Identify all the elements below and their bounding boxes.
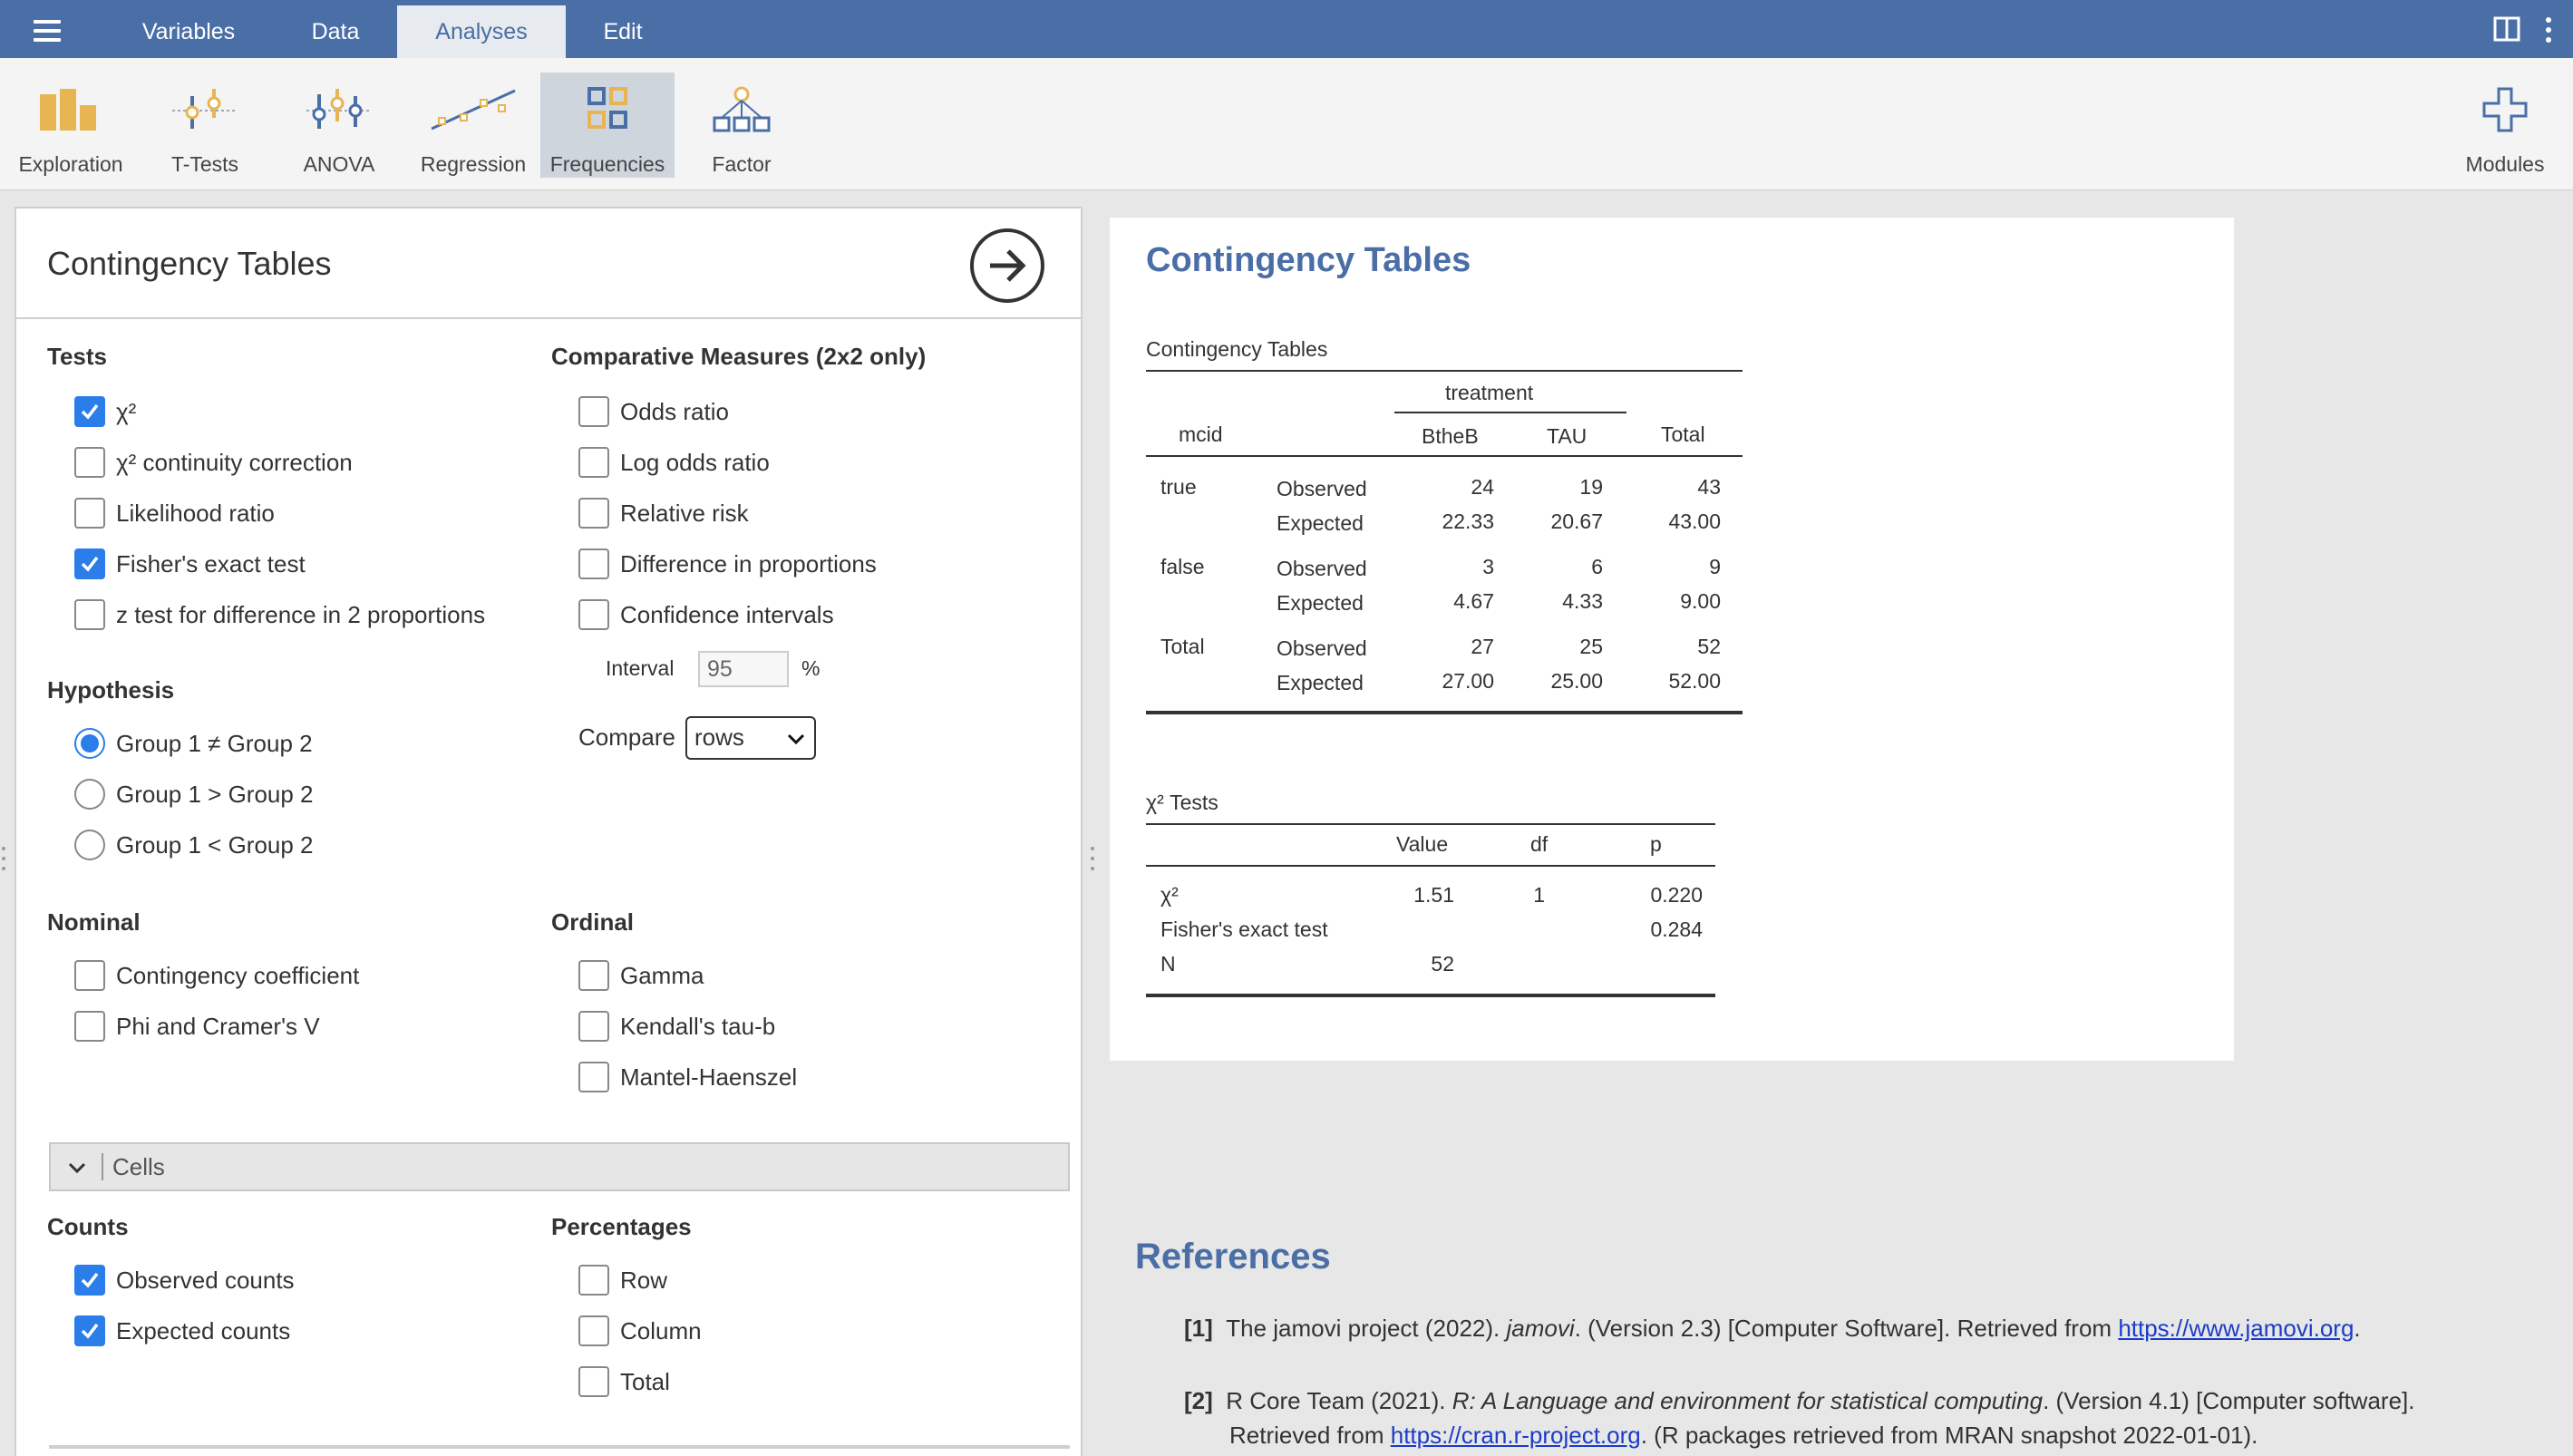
close-options-arrow-icon[interactable] xyxy=(970,228,1044,303)
difference-proportions-checkbox[interactable]: Difference in proportions xyxy=(578,548,877,580)
ordinal-heading: Ordinal xyxy=(551,908,635,936)
counts-heading: Counts xyxy=(47,1213,129,1240)
chi-square-tests-caption: χ² Tests xyxy=(1146,791,1219,814)
cran-link[interactable]: https://cran.r-project.org xyxy=(1391,1422,1641,1449)
ribbon-regression-button[interactable]: Regression xyxy=(406,73,540,178)
compare-select[interactable]: rows xyxy=(685,716,816,760)
compare-label: Compare xyxy=(578,723,675,751)
column-percent-checkbox[interactable]: Column xyxy=(578,1315,702,1347)
ribbon-factor-button[interactable]: Factor xyxy=(675,73,809,178)
likelihood-ratio-checkbox[interactable]: Likelihood ratio xyxy=(74,497,275,529)
chevron-down-icon xyxy=(68,1162,86,1174)
table2-top-rule xyxy=(1146,823,1715,825)
total-percent-checkbox[interactable]: Total xyxy=(578,1365,670,1398)
results-panel: Contingency Tables Contingency Tables tr… xyxy=(1110,218,2234,1061)
col-header-p: p xyxy=(1650,832,1662,856)
observed-counts-checkbox[interactable]: Observed counts xyxy=(74,1264,295,1296)
table-top-rule xyxy=(1146,370,1743,372)
cells-label: Cells xyxy=(112,1153,165,1180)
col-header-value: Value xyxy=(1396,832,1449,856)
treatment-group-header: treatment xyxy=(1445,381,1534,404)
cells-section-toggle[interactable]: Cells xyxy=(49,1142,1070,1191)
table-bottom-rule xyxy=(1146,711,1743,714)
top-menu-bar: Variables Data Analyses Edit xyxy=(0,0,2573,58)
interval-percent-label: % xyxy=(801,656,820,680)
ribbon-frequencies-button[interactable]: Frequencies xyxy=(540,73,675,178)
tab-edit[interactable]: Edit xyxy=(580,0,665,58)
odds-ratio-checkbox[interactable]: Odds ratio xyxy=(578,395,729,428)
hypothesis-heading: Hypothesis xyxy=(47,676,175,704)
references-heading: References xyxy=(1135,1237,1331,1276)
table2-bottom-rule xyxy=(1146,994,1715,997)
hypothesis-greater-radio[interactable]: Group 1 > Group 2 xyxy=(74,778,314,811)
cells-divider xyxy=(102,1153,103,1180)
ribbon-anova-button[interactable]: ANOVA xyxy=(272,73,406,178)
tab-variables[interactable]: Variables xyxy=(109,0,268,58)
ribbon-exploration-button[interactable]: Exploration xyxy=(4,73,138,178)
col-header-df: df xyxy=(1530,832,1549,856)
ribbon-modules-button[interactable]: Modules xyxy=(2439,73,2571,178)
z-test-checkbox[interactable]: z test for difference in 2 proportions xyxy=(74,598,485,631)
row-percent-checkbox[interactable]: Row xyxy=(578,1264,667,1296)
percentages-heading: Percentages xyxy=(551,1213,692,1240)
col-header-btheb: BtheB xyxy=(1422,424,1479,448)
ribbon-ttests-button[interactable]: T-Tests xyxy=(138,73,272,178)
header-rule xyxy=(1146,455,1743,457)
more-options-icon[interactable] xyxy=(2544,16,2553,48)
chevron-down-icon xyxy=(787,733,805,745)
kendalls-tau-b-checkbox[interactable]: Kendall's tau-b xyxy=(578,1010,775,1043)
factor-icon xyxy=(713,86,771,132)
relative-risk-checkbox[interactable]: Relative risk xyxy=(578,497,749,529)
anova-icon xyxy=(306,89,372,129)
options-panel: Contingency Tables Tests χ² χ² continuit… xyxy=(15,207,1083,1456)
regression-icon xyxy=(431,89,516,131)
group-header-rule xyxy=(1394,412,1626,413)
hypothesis-less-radio[interactable]: Group 1 < Group 2 xyxy=(74,829,314,861)
jamovi-link[interactable]: https://www.jamovi.org xyxy=(2118,1315,2354,1342)
ttests-icon xyxy=(172,89,238,129)
tab-analyses[interactable]: Analyses xyxy=(397,5,566,58)
plus-icon xyxy=(2482,87,2528,132)
tests-heading: Tests xyxy=(47,343,107,370)
options-divider xyxy=(16,317,1081,319)
hypothesis-not-equal-radio[interactable]: Group 1 ≠ Group 2 xyxy=(74,727,313,760)
log-odds-ratio-checkbox[interactable]: Log odds ratio xyxy=(578,446,770,479)
mantel-haenszel-checkbox[interactable]: Mantel-Haenszel xyxy=(578,1061,797,1093)
hamburger-menu-icon[interactable] xyxy=(20,13,74,49)
col-header-total: Total xyxy=(1661,422,1705,446)
tab-data[interactable]: Data xyxy=(288,0,383,58)
expected-counts-checkbox[interactable]: Expected counts xyxy=(74,1315,290,1347)
reference-2: [2] R Core Team (2021). R: A Language an… xyxy=(1184,1387,2415,1414)
fishers-exact-checkbox[interactable]: Fisher's exact test xyxy=(74,548,306,580)
reference-1: [1] The jamovi project (2022). jamovi. (… xyxy=(1184,1315,2361,1342)
row-var-header: mcid xyxy=(1179,422,1223,446)
nominal-heading: Nominal xyxy=(47,908,141,936)
gamma-checkbox[interactable]: Gamma xyxy=(578,959,704,992)
exploration-icon xyxy=(40,89,96,131)
comparative-heading: Comparative Measures (2x2 only) xyxy=(551,343,927,370)
options-title: Contingency Tables xyxy=(47,245,332,282)
interval-label: Interval xyxy=(606,656,675,680)
reference-2-line2: Retrieved from https://cran.r-project.or… xyxy=(1229,1422,2258,1449)
analysis-ribbon: Exploration T-Tests ANOVA Regression Fre… xyxy=(0,58,2573,190)
table2-header-rule xyxy=(1146,865,1715,867)
col-header-tau: TAU xyxy=(1547,424,1587,448)
chi-square-continuity-checkbox[interactable]: χ² continuity correction xyxy=(74,446,353,479)
contingency-table-caption: Contingency Tables xyxy=(1146,337,1328,361)
contingency-coefficient-checkbox[interactable]: Contingency coefficient xyxy=(74,959,359,992)
results-title: Contingency Tables xyxy=(1146,241,1471,279)
phi-cramers-v-checkbox[interactable]: Phi and Cramer's V xyxy=(74,1010,320,1043)
frequencies-icon xyxy=(587,87,627,129)
next-section-edge xyxy=(49,1445,1070,1449)
left-resize-handle[interactable] xyxy=(2,847,5,870)
interval-input[interactable]: 95 xyxy=(698,651,789,687)
jamovi-window: Variables Data Analyses Edit Exploration… xyxy=(0,0,2573,1456)
panel-resize-handle[interactable] xyxy=(1091,847,1094,870)
split-view-icon[interactable] xyxy=(2493,16,2520,46)
chi-square-checkbox[interactable]: χ² xyxy=(74,395,136,428)
confidence-intervals-checkbox[interactable]: Confidence intervals xyxy=(578,598,834,631)
